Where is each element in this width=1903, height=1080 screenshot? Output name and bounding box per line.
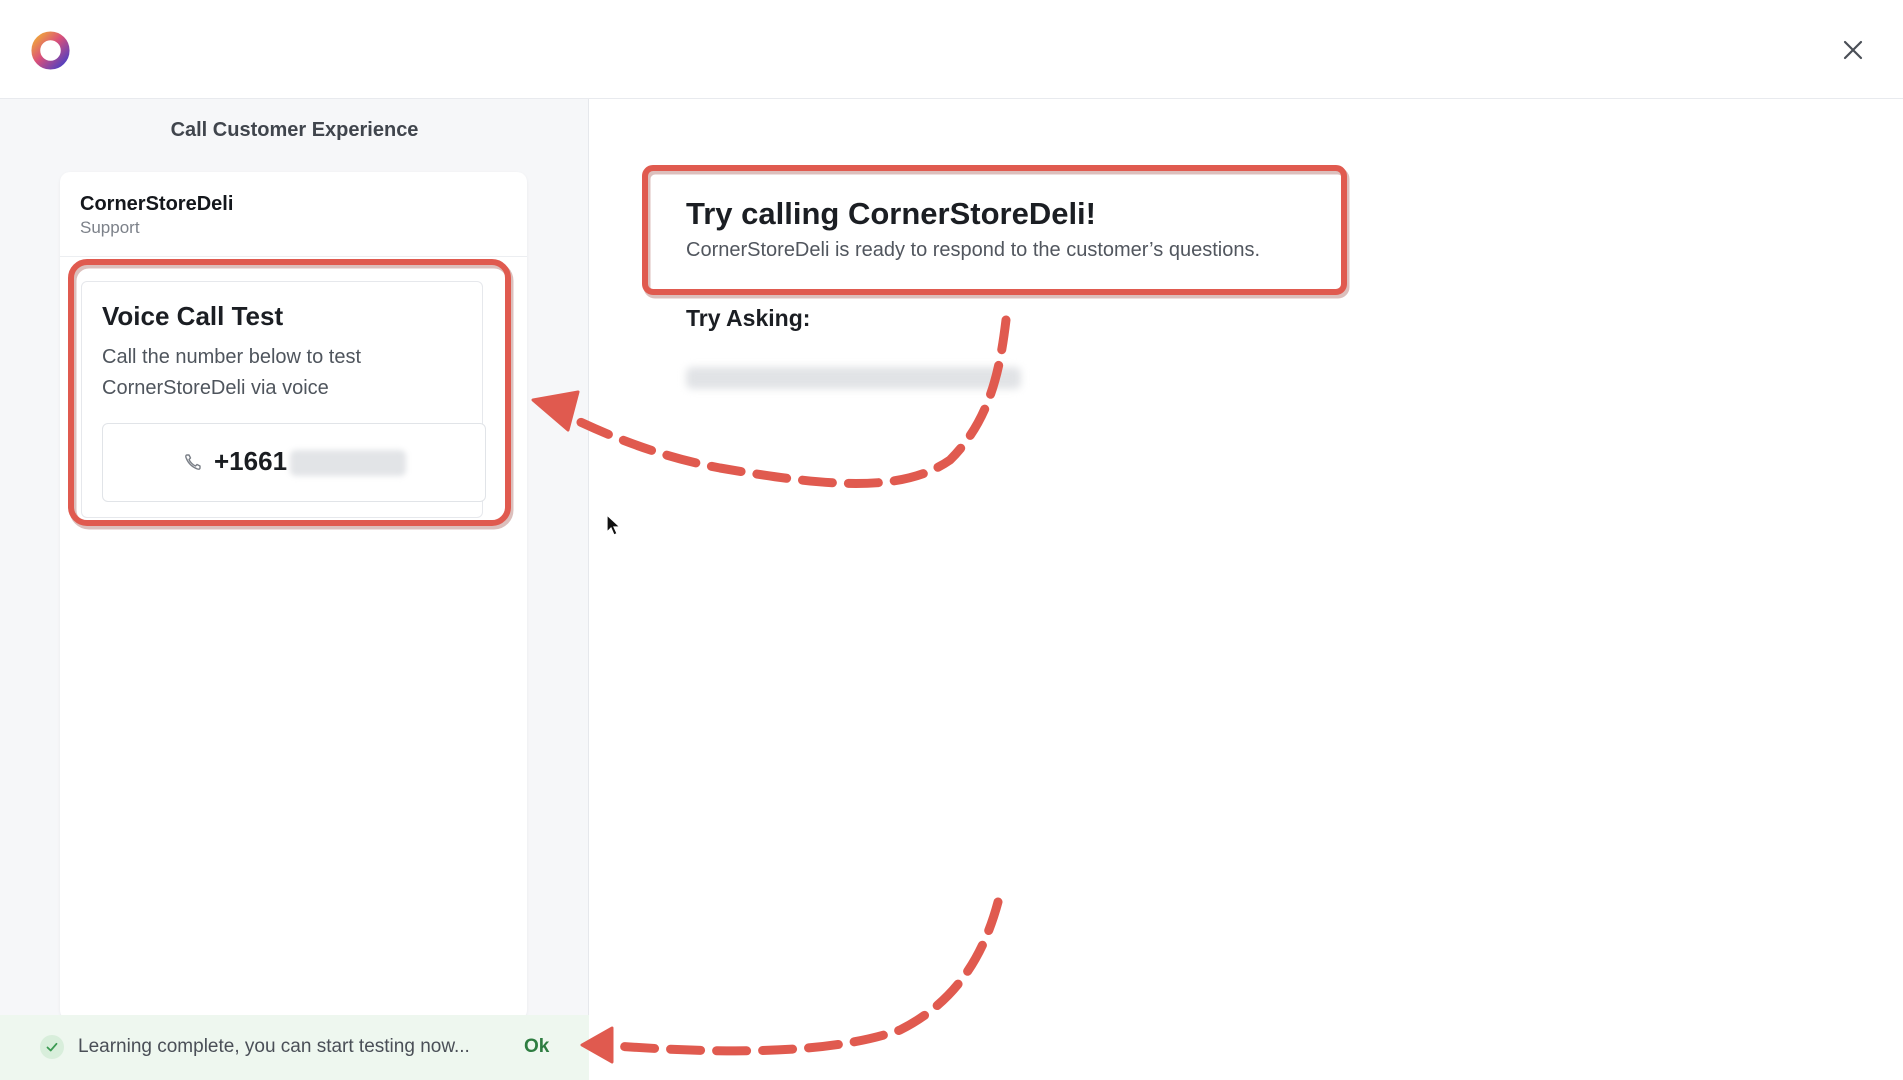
agent-role: Support [80,218,140,237]
phone-number-redacted [290,450,406,476]
dashed-arrow-to-toast [595,897,1003,1056]
close-button[interactable] [1836,33,1870,67]
card-divider [60,256,527,257]
phone-number: +1661 [214,446,288,476]
try-asking-label: Try Asking: [686,305,811,331]
page-title: Try calling CornerStoreDeli! [686,196,1096,231]
card-header: CornerStoreDeli Support [80,192,233,238]
phone-icon [185,454,201,470]
ring-logo-icon [31,31,70,70]
check-icon [40,1035,64,1059]
page-subtitle: CornerStoreDeli is ready to respond to t… [686,239,1260,261]
toast-ok-button[interactable]: Ok [524,1036,549,1058]
dashed-arrow-to-voice [543,315,1011,488]
highlight-box-title-shadow [643,167,1350,299]
toast-message: Learning complete, you can start testing… [78,1036,470,1057]
voice-call-title: Voice Call Test [102,301,284,331]
close-icon [1843,40,1863,60]
panel-title: Call Customer Experience [170,119,419,141]
mouse-cursor-icon [606,514,622,536]
agent-name: CornerStoreDeli [80,193,234,215]
top-bar [0,0,1903,99]
voice-call-description: Call the number below to test CornerStor… [102,346,362,399]
suggestion-redacted [686,367,1021,389]
